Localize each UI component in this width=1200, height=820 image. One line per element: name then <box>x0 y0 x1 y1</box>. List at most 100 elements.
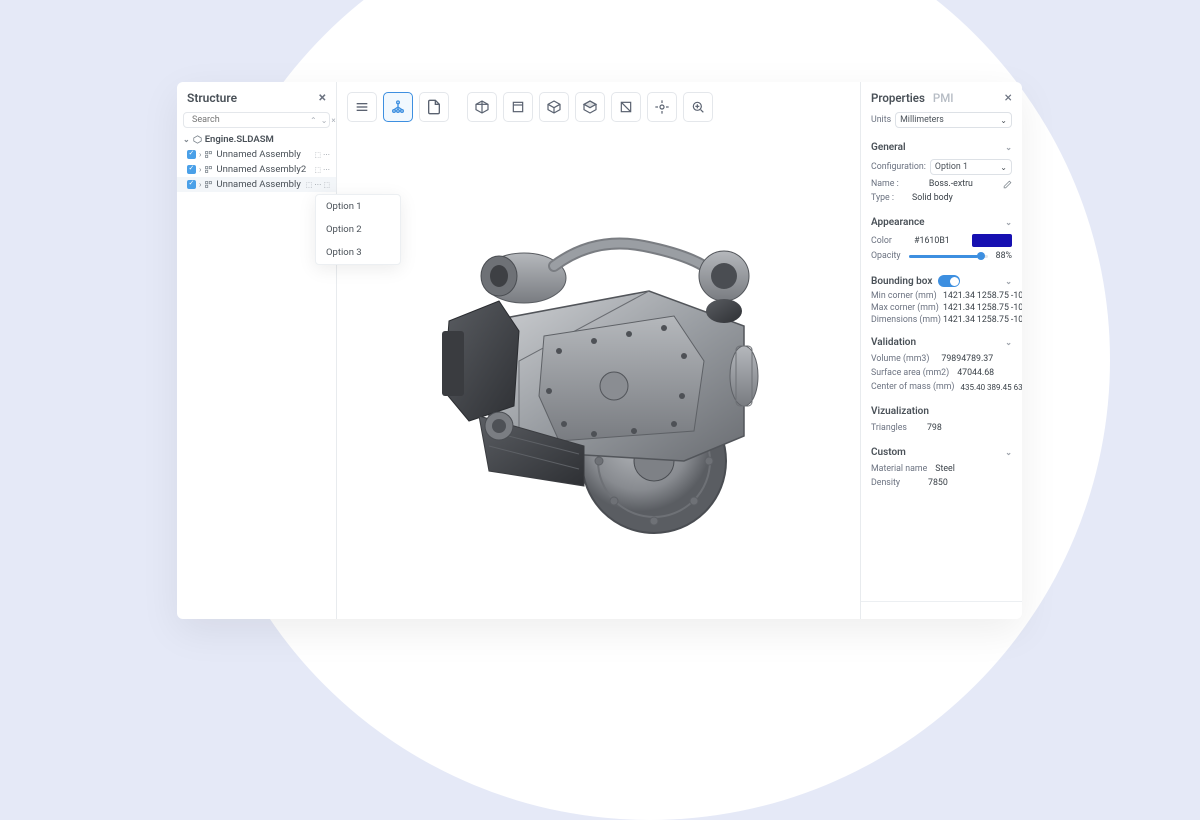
bbox-toggle[interactable] <box>938 275 960 287</box>
config-value: Option 1 <box>935 162 968 172</box>
context-menu-item[interactable]: Option 3 <box>316 241 400 264</box>
type-value: Solid body <box>912 193 953 203</box>
section-bbox-title: Bounding box <box>871 276 932 287</box>
menu-button[interactable] <box>347 92 377 122</box>
assembly-icon <box>204 150 213 159</box>
max-z: -1000.3 <box>1011 303 1022 313</box>
tree-root-label: Engine.SLDASM <box>205 134 274 145</box>
checkbox-checked-icon[interactable] <box>187 165 196 174</box>
tab-properties[interactable]: Properties <box>871 91 925 105</box>
tree-item[interactable]: › Unnamed Assembly2 ⬚⋯ <box>177 162 336 177</box>
sort-down-icon[interactable]: ⌄ <box>321 116 328 125</box>
cube-wire-icon <box>546 99 562 115</box>
section-button[interactable] <box>611 92 641 122</box>
min-x: 1421.34 <box>943 291 975 301</box>
context-menu: Option 1 Option 2 Option 3 <box>315 194 401 265</box>
dim-z: -1000.3 <box>1011 315 1022 325</box>
chevron-down-icon: ⌄ <box>1000 163 1007 172</box>
tree-item[interactable]: › Unnamed Assembly ⬚⋯ <box>177 147 336 162</box>
row-action-icon[interactable]: ⬚ <box>306 181 313 189</box>
color-hex: #1610B1 <box>914 236 950 246</box>
isometric-view-button[interactable] <box>467 92 497 122</box>
section-viz-title: Vizualization <box>871 406 929 417</box>
section-appearance-title: Appearance <box>871 217 925 228</box>
section-validation-title: Validation <box>871 337 916 348</box>
chevron-down-icon[interactable]: ⌄ <box>1005 338 1012 347</box>
row-action-icon[interactable]: ⬚ <box>314 166 321 174</box>
tree-item-label: Unnamed Assembly2 <box>216 164 306 175</box>
units-label: Units <box>871 115 891 125</box>
max-y: 1258.75 <box>977 303 1009 313</box>
close-icon[interactable]: × <box>319 90 326 106</box>
row-action-icon[interactable]: ⬚ <box>323 181 330 189</box>
context-menu-item[interactable]: Option 2 <box>316 218 400 241</box>
section-custom-title: Custom <box>871 447 906 458</box>
sort-up-icon[interactable]: ⌃ <box>310 116 317 125</box>
units-select[interactable]: Millimeters ⌄ <box>895 112 1012 128</box>
focus-button[interactable] <box>647 92 677 122</box>
color-label: Color <box>871 236 892 246</box>
max-x: 1421.34 <box>943 303 975 313</box>
dimensions-label: Dimensions (mm) <box>871 315 941 325</box>
tree-view-button[interactable] <box>383 92 413 122</box>
density-value: 7850 <box>928 478 948 488</box>
wireframe-button[interactable] <box>539 92 569 122</box>
chevron-down-icon[interactable]: ⌄ <box>1005 277 1012 286</box>
tree-root[interactable]: ⌄ Engine.SLDASM <box>177 132 336 147</box>
com-value: 435.40 389.45 63.49 <box>960 383 1022 392</box>
min-corner-label: Min corner (mm) <box>871 291 941 301</box>
checkbox-checked-icon[interactable] <box>187 180 196 189</box>
chevron-down-icon[interactable]: ⌄ <box>1005 448 1012 457</box>
volume-label: Volume (mm3) <box>871 354 929 364</box>
structure-title: Structure <box>187 91 237 105</box>
viewport[interactable] <box>337 82 860 619</box>
volume-value: 79894789.37 <box>941 354 993 364</box>
tree-item[interactable]: › Unnamed Assembly ⬚⋯⬚ <box>177 177 336 192</box>
context-menu-item[interactable]: Option 1 <box>316 195 400 218</box>
cube-front-icon <box>510 99 526 115</box>
dim-x: 1421.34 <box>943 315 975 325</box>
row-action-icon[interactable]: ⋯ <box>323 166 330 174</box>
color-swatch[interactable] <box>972 234 1012 247</box>
zoom-fit-button[interactable] <box>683 92 713 122</box>
chevron-down-icon[interactable]: ⌄ <box>1005 218 1012 227</box>
chevron-right-icon: › <box>199 165 201 174</box>
row-action-icon[interactable]: ⬚ <box>314 151 321 159</box>
search-input-wrapper[interactable]: ⌃ ⌄ × <box>183 112 330 128</box>
checkbox-checked-icon[interactable] <box>187 150 196 159</box>
properties-panel: Properties PMI × Units Millimeters ⌄ Gen… <box>860 82 1022 619</box>
section-general-title: General <box>871 142 906 153</box>
clear-search-icon[interactable]: × <box>331 116 335 125</box>
panel-footer <box>861 601 1022 619</box>
structure-tree: ⌄ Engine.SLDASM › Unnamed Assembly ⬚⋯ › … <box>177 132 336 192</box>
units-value: Millimeters <box>900 115 944 125</box>
close-icon[interactable]: × <box>1005 90 1012 106</box>
row-action-icon[interactable]: ⋯ <box>314 181 321 189</box>
max-corner-label: Max corner (mm) <box>871 303 941 313</box>
chevron-down-icon: ⌄ <box>183 135 190 144</box>
opacity-slider[interactable] <box>909 255 988 258</box>
row-action-icon[interactable]: ⋯ <box>323 151 330 159</box>
density-label: Density <box>871 478 900 488</box>
area-label: Surface area (mm2) <box>871 368 949 378</box>
front-view-button[interactable] <box>503 92 533 122</box>
opacity-value: 88% <box>996 251 1012 261</box>
cube-shaded-icon <box>582 99 598 115</box>
config-select[interactable]: Option 1 ⌄ <box>930 159 1012 175</box>
area-value: 47044.68 <box>957 368 994 378</box>
chevron-down-icon[interactable]: ⌄ <box>1005 143 1012 152</box>
dim-y: 1258.75 <box>977 315 1009 325</box>
crosshair-icon <box>654 99 670 115</box>
engine-model[interactable] <box>384 196 814 536</box>
tree-item-label: Unnamed Assembly <box>216 149 300 160</box>
material-value: Steel <box>935 464 955 474</box>
search-input[interactable] <box>192 115 306 125</box>
chevron-down-icon: ⌄ <box>1000 116 1007 125</box>
tab-pmi[interactable]: PMI <box>933 91 954 105</box>
app-window: Structure × ⌃ ⌄ × ⌄ Engine.SLDASM › Unna… <box>177 82 1022 619</box>
shaded-button[interactable] <box>575 92 605 122</box>
document-button[interactable] <box>419 92 449 122</box>
edit-icon[interactable] <box>1003 180 1012 189</box>
triangles-label: Triangles <box>871 423 907 433</box>
zoom-fit-icon <box>690 99 706 115</box>
